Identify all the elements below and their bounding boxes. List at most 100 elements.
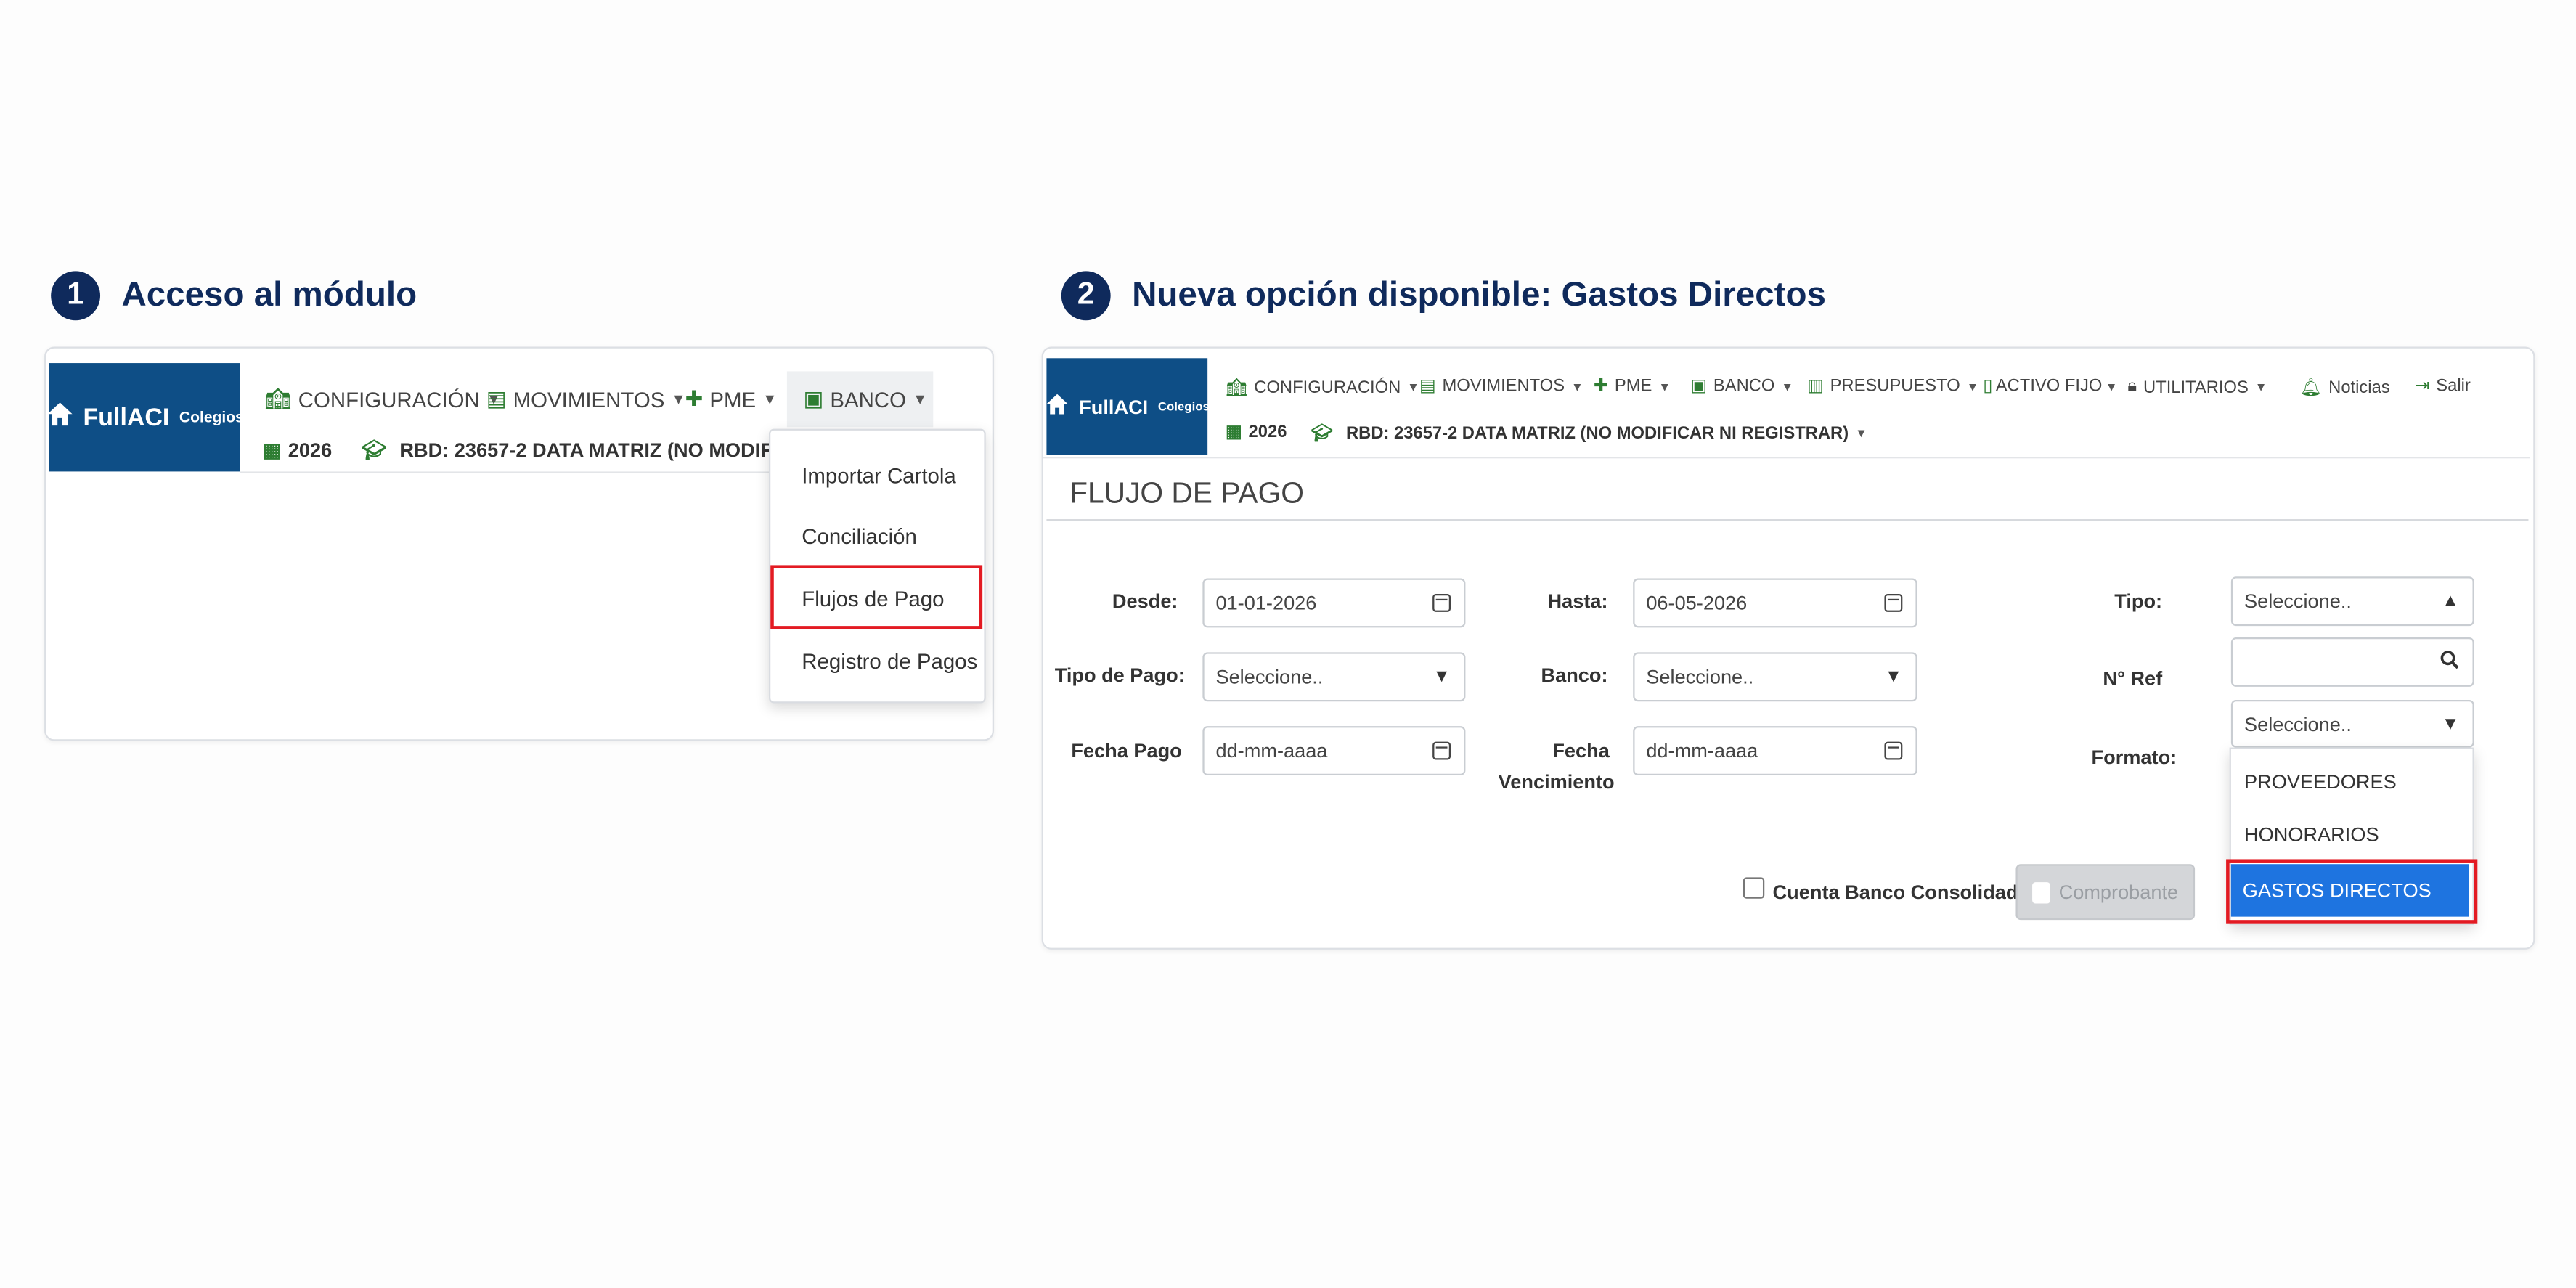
header-divider bbox=[240, 471, 783, 473]
sign-out-icon: ⇥ bbox=[2415, 376, 2430, 396]
caret-down-icon: ▼ bbox=[2254, 379, 2267, 395]
file-icon: ▯ bbox=[1983, 376, 1993, 396]
tipo-label: Tipo: bbox=[2114, 590, 2163, 614]
caret-down-icon: ▼ bbox=[2105, 378, 2118, 394]
hasta-date-input[interactable]: 06-05-2026 bbox=[1633, 578, 1917, 628]
menu-item-importar-cartola[interactable]: Importar Cartola bbox=[802, 463, 956, 488]
option-honorarios[interactable]: HONORARIOS bbox=[2244, 823, 2379, 847]
step-1-badge: 1 bbox=[51, 271, 101, 321]
caret-down-icon: ▼ bbox=[1884, 667, 1903, 687]
highlight-flujos-de-pago bbox=[770, 565, 983, 629]
puzzle-icon: ✚ bbox=[685, 386, 704, 411]
fecha-vencimiento-label-line1: Fecha bbox=[1552, 739, 1610, 762]
nav-pme[interactable]: ✚ PME ▼ bbox=[1594, 376, 1671, 396]
home-icon bbox=[46, 401, 73, 433]
fecha-vencimiento-label-line2: Vencimiento bbox=[1498, 770, 1615, 794]
nav-presupuesto[interactable]: ▥ PRESUPUESTO ▼ bbox=[1807, 376, 1978, 396]
nav-configuracion[interactable]: 🏫︎ CONFIGURACIÓN ▼ bbox=[264, 386, 501, 412]
nav-utilitarios[interactable]: 🔒︎ UTILITARIOS ▼ bbox=[2127, 376, 2267, 397]
caret-down-icon: ▼ bbox=[1855, 425, 1867, 441]
nav-pme[interactable]: ✚ PME ▼ bbox=[685, 386, 778, 412]
caret-down-icon: ▼ bbox=[1966, 378, 1979, 394]
caret-down-icon: ▼ bbox=[1658, 378, 1671, 394]
comprobante-button[interactable]: Comprobante bbox=[2015, 864, 2196, 921]
bell-icon: 🔔︎ bbox=[2299, 378, 2323, 398]
desde-label: Desde: bbox=[1112, 590, 1178, 614]
hasta-label: Hasta: bbox=[1547, 590, 1608, 614]
nav-movimientos[interactable]: ▤ MOVIMIENTOS ▼ bbox=[1419, 376, 1583, 396]
school-icon: 🏫︎ bbox=[264, 386, 292, 411]
fecha-pago-date-input[interactable]: dd-mm-aaaa bbox=[1202, 726, 1466, 776]
calendar-icon[interactable] bbox=[1432, 594, 1451, 612]
briefcase-icon: ▥ bbox=[1807, 376, 1824, 396]
title-divider bbox=[1046, 519, 2529, 521]
nav-banco[interactable]: ▣ BANCO ▼ bbox=[1690, 376, 1793, 396]
search-icon[interactable] bbox=[2440, 650, 2459, 674]
fecha-pago-label: Fecha Pago bbox=[1071, 739, 1182, 762]
logo-brand: FullACI bbox=[1079, 395, 1149, 418]
graduation-cap-icon: 🎓︎ bbox=[1311, 423, 1333, 444]
option-proveedores[interactable]: PROVEEDORES bbox=[2244, 770, 2397, 794]
rbd-selector[interactable]: 🎓︎ RBD: 23657-2 DATA MATRIZ (NO MODIFICA… bbox=[1311, 423, 1867, 444]
calendar-icon: ▦ bbox=[1226, 422, 1242, 442]
nav-banco[interactable]: ▣ BANCO ▼ bbox=[804, 386, 928, 412]
caret-down-icon: ▼ bbox=[1781, 378, 1793, 394]
nav-movimientos[interactable]: ▤ MOVIMIENTOS ▼ bbox=[486, 386, 686, 412]
checkbox-label: Cuenta Banco Consolidada bbox=[1772, 880, 2029, 904]
document-icon: ▤ bbox=[486, 386, 507, 411]
caret-down-icon: ▼ bbox=[1571, 378, 1583, 394]
graduation-cap-icon: 🎓︎ bbox=[361, 439, 387, 462]
caret-down-icon: ▼ bbox=[2441, 714, 2460, 734]
year-selector[interactable]: ▦ 2026 bbox=[1226, 423, 1287, 442]
tutorial-canvas: 1 Acceso al módulo FullACI Colegios 🏫︎ C… bbox=[0, 0, 2576, 1288]
caret-down-icon: ▼ bbox=[1432, 667, 1451, 687]
header-divider bbox=[1043, 457, 2530, 459]
nref-search-input[interactable] bbox=[2230, 637, 2474, 687]
nav-salir[interactable]: ⇥ Salir bbox=[2415, 376, 2471, 396]
page-title: FLUJO DE PAGO bbox=[1069, 476, 1304, 510]
nav-activo-fijo[interactable]: ▯ ACTIVO FIJO ▼ bbox=[1983, 376, 2117, 396]
nav-configuracion[interactable]: 🏫︎ CONFIGURACIÓN ▼ bbox=[1226, 376, 1419, 397]
logo-brand: FullACI bbox=[83, 403, 170, 431]
puzzle-icon: ✚ bbox=[1593, 376, 1608, 396]
home-icon bbox=[1045, 393, 1069, 420]
money-icon: ▣ bbox=[1690, 376, 1707, 396]
desde-date-input[interactable]: 01-01-2026 bbox=[1202, 578, 1466, 628]
calendar-icon[interactable] bbox=[1884, 741, 1903, 760]
year-selector[interactable]: ▦ 2026 bbox=[263, 439, 332, 462]
nav-noticias[interactable]: 🔔︎ Noticias bbox=[2300, 376, 2390, 397]
formato-label: Formato: bbox=[2091, 746, 2177, 769]
step-2-title: Nueva opción disponible: Gastos Directos bbox=[1132, 276, 1826, 314]
tipo-de-pago-label: Tipo de Pago: bbox=[1054, 664, 1185, 687]
step-1-title: Acceso al módulo bbox=[121, 276, 417, 314]
lock-icon: 🔒︎ bbox=[2127, 376, 2137, 396]
highlight-gastos-directos bbox=[2226, 859, 2478, 924]
banco-select[interactable]: Seleccione.. ▼ bbox=[1633, 652, 1917, 702]
menu-item-conciliacion[interactable]: Conciliación bbox=[802, 524, 917, 549]
nref-label: N° Ref bbox=[2103, 667, 2163, 690]
app-logo[interactable]: FullACI Colegios bbox=[46, 363, 244, 472]
money-icon: ▣ bbox=[803, 386, 824, 411]
document-icon: ▤ bbox=[1419, 376, 1436, 396]
banco-label: Banco: bbox=[1541, 664, 1608, 687]
school-icon: 🏫︎ bbox=[1226, 378, 1248, 398]
caret-down-icon: ▼ bbox=[1407, 379, 1419, 395]
fecha-vencimiento-date-input[interactable]: dd-mm-aaaa bbox=[1633, 726, 1917, 776]
cuenta-banco-consolidada-checkbox[interactable] bbox=[1743, 877, 1765, 899]
logo-sub: Colegios bbox=[1157, 399, 1210, 415]
rbd-selector[interactable]: 🎓︎ RBD: 23657-2 DATA MATRIZ (NO MODIFICA… bbox=[362, 439, 820, 462]
caret-down-icon: ▼ bbox=[671, 391, 686, 408]
app-logo[interactable]: FullACI Colegios bbox=[1045, 358, 1210, 455]
calendar-icon[interactable] bbox=[1432, 741, 1451, 760]
menu-item-registro-de-pagos[interactable]: Registro de Pagos bbox=[802, 649, 977, 674]
caret-down-icon: ▼ bbox=[762, 391, 778, 408]
tipo-de-pago-select[interactable]: Seleccione.. ▼ bbox=[1202, 652, 1466, 702]
logo-sub: Colegios bbox=[179, 409, 244, 426]
formato-select[interactable]: Seleccione.. ▼ bbox=[2230, 699, 2474, 748]
calendar-icon[interactable] bbox=[1884, 594, 1903, 612]
step-2-badge: 2 bbox=[1061, 271, 1111, 321]
caret-down-icon: ▼ bbox=[913, 391, 928, 408]
tipo-select[interactable]: Seleccione.. ▲ bbox=[2230, 576, 2474, 627]
caret-up-icon: ▲ bbox=[2441, 591, 2460, 611]
calendar-icon: ▦ bbox=[263, 439, 282, 462]
